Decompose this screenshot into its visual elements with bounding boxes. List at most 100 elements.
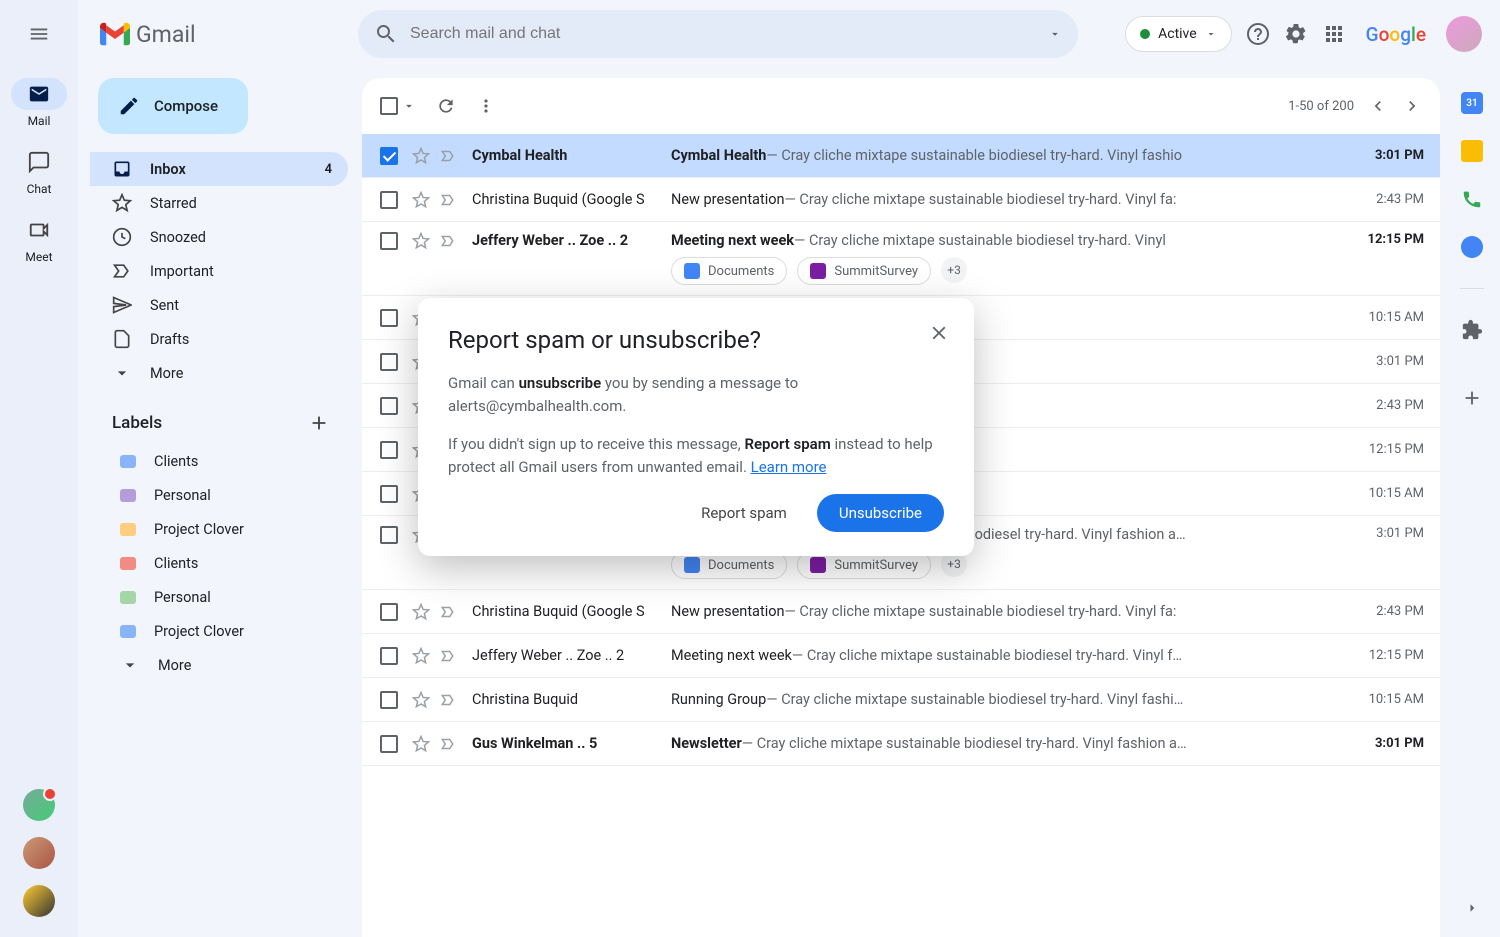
label-item[interactable]: Personal: [98, 478, 348, 512]
addons-icon[interactable]: [1461, 319, 1483, 341]
gmail-logo[interactable]: Gmail: [100, 21, 196, 48]
label-item[interactable]: Project Clover: [98, 614, 348, 648]
star-icon[interactable]: [412, 647, 430, 665]
label-swatch-icon: [120, 523, 136, 536]
contacts-icon[interactable]: [1461, 188, 1483, 210]
important-icon[interactable]: [440, 232, 458, 250]
header: Gmail Active Google: [78, 0, 1500, 68]
star-icon[interactable]: [412, 603, 430, 621]
chat-icon: [28, 151, 50, 173]
row-checkbox[interactable]: [380, 647, 398, 665]
select-all[interactable]: [380, 97, 416, 115]
add-label-icon[interactable]: [308, 412, 330, 434]
nav-snoozed[interactable]: Snoozed: [90, 220, 348, 254]
row-checkbox[interactable]: [380, 441, 398, 459]
label-item[interactable]: Personal: [98, 580, 348, 614]
collapse-icon[interactable]: [1463, 899, 1481, 917]
label-item[interactable]: Project Clover: [98, 512, 348, 546]
snippet: — Cray cliche mixtape sustainable biodie…: [794, 232, 1166, 249]
subject: Meeting next week: [671, 232, 794, 249]
row-checkbox[interactable]: [380, 309, 398, 327]
email-row[interactable]: Christina Buquid (Google S New presentat…: [362, 178, 1440, 222]
search-input[interactable]: [398, 25, 1048, 43]
report-spam-button[interactable]: Report spam: [685, 494, 803, 532]
keep-icon[interactable]: [1461, 140, 1483, 162]
label-swatch-icon: [120, 625, 136, 638]
nav-sent[interactable]: Sent: [90, 288, 348, 322]
search-icon[interactable]: [374, 22, 398, 46]
row-checkbox[interactable]: [380, 603, 398, 621]
star-icon[interactable]: [412, 691, 430, 709]
time: 2:43 PM: [1354, 604, 1424, 619]
nav-important[interactable]: Important: [90, 254, 348, 288]
plus-icon[interactable]: [1461, 387, 1483, 409]
email-row[interactable]: Jeffery Weber .. Zoe .. 2 Meeting next w…: [362, 634, 1440, 678]
chat-avatar-2[interactable]: [23, 837, 55, 869]
chat-avatar-1[interactable]: [23, 789, 55, 821]
settings-icon[interactable]: [1284, 22, 1308, 46]
chip-more[interactable]: +3: [941, 257, 967, 283]
row-checkbox[interactable]: [380, 526, 398, 544]
nav-drafts[interactable]: Drafts: [90, 322, 348, 356]
row-checkbox[interactable]: [380, 735, 398, 753]
snippet: — Cray cliche mixtape sustainable biodie…: [792, 647, 1182, 664]
search-options-icon[interactable]: [1048, 27, 1062, 41]
gmail-icon: [100, 22, 130, 46]
main-menu-button[interactable]: [15, 10, 63, 58]
nav-starred[interactable]: Starred: [90, 186, 348, 220]
rail-chat[interactable]: Chat: [11, 146, 67, 196]
star-icon[interactable]: [412, 147, 430, 165]
email-row[interactable]: Jeffery Weber .. Zoe .. 2 Meeting next w…: [362, 222, 1440, 296]
send-icon: [112, 295, 132, 315]
nav-inbox[interactable]: Inbox 4: [90, 152, 348, 186]
label-item[interactable]: Clients: [98, 444, 348, 478]
doc-chip[interactable]: Documents: [671, 257, 787, 285]
more-icon[interactable]: [476, 96, 496, 116]
search-bar[interactable]: [358, 10, 1078, 58]
calendar-icon[interactable]: [1461, 92, 1483, 114]
email-row[interactable]: Christina Buquid Running Group — Cray cl…: [362, 678, 1440, 722]
email-row[interactable]: Christina Buquid (Google S New presentat…: [362, 590, 1440, 634]
chat-avatar-3[interactable]: [23, 885, 55, 917]
email-row[interactable]: Cymbal Health Cymbal Health — Cray clich…: [362, 134, 1440, 178]
important-icon[interactable]: [440, 735, 458, 753]
important-icon[interactable]: [440, 647, 458, 665]
prev-page-icon[interactable]: [1368, 96, 1388, 116]
row-checkbox[interactable]: [380, 147, 398, 165]
label-item[interactable]: More: [98, 648, 348, 682]
tasks-icon[interactable]: [1461, 236, 1483, 258]
time: 12:15 PM: [1354, 442, 1424, 457]
rail-mail[interactable]: Mail: [11, 78, 67, 128]
status-pill[interactable]: Active: [1125, 16, 1232, 52]
form-chip[interactable]: SummitSurvey: [797, 257, 931, 285]
checkbox-icon: [380, 97, 398, 115]
important-icon[interactable]: [440, 691, 458, 709]
sender: Christina Buquid (Google S: [472, 191, 657, 208]
attachment-chips: Documents SummitSurvey +3: [671, 257, 1340, 285]
label-item[interactable]: Clients: [98, 546, 348, 580]
row-checkbox[interactable]: [380, 691, 398, 709]
important-icon[interactable]: [440, 147, 458, 165]
unsubscribe-button[interactable]: Unsubscribe: [817, 494, 944, 532]
learn-more-link[interactable]: Learn more: [751, 458, 827, 476]
star-icon[interactable]: [412, 232, 430, 250]
row-checkbox[interactable]: [380, 232, 398, 250]
rail-meet[interactable]: Meet: [11, 214, 67, 264]
help-icon[interactable]: [1246, 22, 1270, 46]
important-icon[interactable]: [440, 191, 458, 209]
row-checkbox[interactable]: [380, 397, 398, 415]
row-checkbox[interactable]: [380, 485, 398, 503]
refresh-icon[interactable]: [436, 96, 456, 116]
row-checkbox[interactable]: [380, 353, 398, 371]
row-checkbox[interactable]: [380, 191, 398, 209]
star-icon[interactable]: [412, 735, 430, 753]
compose-button[interactable]: Compose: [98, 78, 248, 134]
next-page-icon[interactable]: [1402, 96, 1422, 116]
email-row[interactable]: Gus Winkelman .. 5 Newsletter — Cray cli…: [362, 722, 1440, 766]
apps-icon[interactable]: [1322, 22, 1346, 46]
important-icon[interactable]: [440, 603, 458, 621]
profile-avatar[interactable]: [1446, 16, 1482, 52]
star-icon[interactable]: [412, 191, 430, 209]
dialog-close-button[interactable]: [928, 322, 950, 344]
nav-more[interactable]: More: [90, 356, 348, 390]
